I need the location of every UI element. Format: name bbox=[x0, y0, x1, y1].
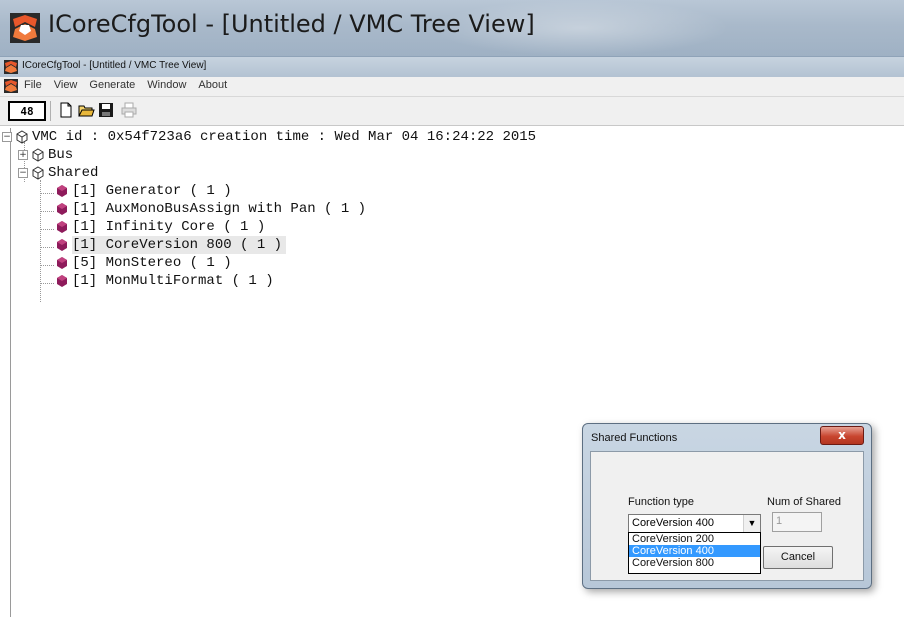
cube-outline-icon bbox=[32, 148, 44, 162]
cube-filled-icon bbox=[57, 221, 67, 233]
tree-node-bus[interactable]: + Bus bbox=[0, 146, 200, 164]
menu-window[interactable]: Window bbox=[147, 79, 186, 91]
cube-outline-icon bbox=[16, 130, 28, 144]
cube-filled-icon bbox=[57, 257, 67, 269]
print-icon[interactable] bbox=[120, 101, 138, 119]
menu-view[interactable]: View bbox=[54, 79, 78, 91]
function-type-dropdown[interactable]: CoreVersion 200 CoreVersion 400 CoreVers… bbox=[628, 532, 761, 574]
outer-title-bar[interactable]: ICoreCfgTool - [Untitled / VMC Tree View… bbox=[0, 0, 904, 56]
tree-node-label: [1] Generator ( 1 ) bbox=[72, 183, 232, 199]
num-shared-value: 1 bbox=[776, 515, 783, 527]
menu-file[interactable]: File bbox=[24, 79, 42, 91]
tree-node-root[interactable]: − VMC id : 0x54f723a6 creation time : We… bbox=[0, 128, 700, 146]
close-button[interactable]: x bbox=[820, 426, 864, 445]
tree-node-label: [1] MonMultiFormat ( 1 ) bbox=[72, 273, 274, 289]
cube-filled-icon bbox=[57, 239, 67, 251]
app-logo-icon bbox=[10, 13, 40, 43]
tree-node-function-selected[interactable]: [1] CoreVersion 800 ( 1 ) bbox=[0, 236, 400, 254]
function-type-select[interactable]: CoreVersion 400 ▼ bbox=[628, 514, 761, 533]
save-icon[interactable] bbox=[97, 101, 115, 119]
dialog-client-area: Function type Num of Shared CoreVersion … bbox=[590, 451, 864, 581]
dialog-title: Shared Functions bbox=[591, 432, 678, 444]
cube-filled-icon bbox=[57, 275, 67, 287]
chevron-down-icon[interactable]: ▼ bbox=[743, 515, 760, 532]
tree-node-label: [1] AuxMonoBusAssign with Pan ( 1 ) bbox=[72, 201, 367, 217]
num-shared-label: Num of Shared bbox=[767, 496, 841, 508]
open-folder-icon[interactable] bbox=[77, 101, 95, 119]
collapse-icon[interactable]: − bbox=[2, 132, 12, 142]
tree-node-label: VMC id : 0x54f723a6 creation time : Wed … bbox=[32, 129, 537, 145]
tree-node-function[interactable]: [1] Infinity Core ( 1 ) bbox=[0, 218, 400, 236]
cube-outline-icon bbox=[32, 166, 44, 180]
dropdown-option-selected[interactable]: CoreVersion 400 bbox=[629, 545, 760, 557]
tree-node-label: [5] MonStereo ( 1 ) bbox=[72, 255, 232, 271]
tree-node-function[interactable]: [5] MonStereo ( 1 ) bbox=[0, 254, 400, 272]
inner-title-bar[interactable]: ICoreCfgTool - [Untitled / VMC Tree View… bbox=[0, 56, 904, 77]
new-file-icon[interactable] bbox=[57, 101, 75, 119]
cancel-button[interactable]: Cancel bbox=[763, 546, 833, 569]
tree-node-label: Shared bbox=[48, 165, 99, 181]
expand-icon[interactable]: + bbox=[18, 150, 28, 160]
inner-window-title: ICoreCfgTool - [Untitled / VMC Tree View… bbox=[22, 60, 207, 71]
badge-48-button[interactable]: 48 bbox=[8, 101, 46, 121]
toolbar-separator bbox=[50, 101, 51, 121]
app-menu-icon[interactable] bbox=[4, 79, 18, 93]
menu-generate[interactable]: Generate bbox=[89, 79, 135, 91]
collapse-icon[interactable]: − bbox=[18, 168, 28, 178]
num-shared-input[interactable]: 1 bbox=[772, 512, 822, 532]
toolbar: 48 bbox=[0, 97, 904, 126]
window-title: ICoreCfgTool - [Untitled / VMC Tree View… bbox=[48, 10, 535, 38]
function-type-label: Function type bbox=[628, 496, 695, 508]
dropdown-option[interactable]: CoreVersion 800 bbox=[629, 557, 760, 569]
function-type-value: CoreVersion 400 bbox=[632, 517, 714, 529]
shared-functions-dialog: Shared Functions x Function type Num of … bbox=[582, 423, 872, 589]
tree-node-function[interactable]: [1] MonMultiFormat ( 1 ) bbox=[0, 272, 400, 290]
app-logo-icon bbox=[4, 60, 18, 74]
menu-bar: File View Generate Window About bbox=[0, 77, 904, 97]
cube-filled-icon bbox=[57, 203, 67, 215]
cube-filled-icon bbox=[57, 185, 67, 197]
tree-node-label: [1] Infinity Core ( 1 ) bbox=[72, 219, 266, 235]
tree-node-shared[interactable]: − Shared bbox=[0, 164, 200, 182]
tree-node-label: Bus bbox=[48, 147, 74, 163]
tree-node-label: [1] CoreVersion 800 ( 1 ) bbox=[72, 236, 287, 254]
menu-about[interactable]: About bbox=[198, 79, 227, 91]
tree-node-function[interactable]: [1] AuxMonoBusAssign with Pan ( 1 ) bbox=[0, 200, 500, 218]
tree-node-function[interactable]: [1] Generator ( 1 ) bbox=[0, 182, 400, 200]
dropdown-option[interactable]: CoreVersion 200 bbox=[629, 533, 760, 545]
